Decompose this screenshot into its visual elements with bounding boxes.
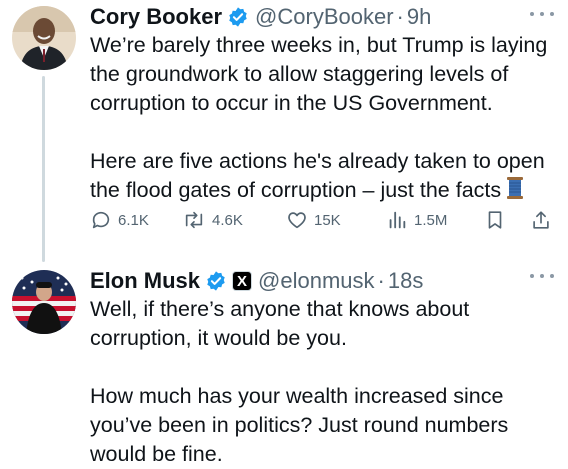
- avatar[interactable]: [12, 6, 76, 70]
- views-button[interactable]: 1.5M: [386, 209, 447, 231]
- separator-dot: ·: [396, 4, 404, 29]
- more-options-icon[interactable]: [530, 10, 554, 18]
- share-icon: [533, 211, 549, 229]
- tweet-cory-booker: Cory Booker @CoryBooker · 9h We’re barel…: [0, 0, 568, 262]
- x-affiliate-badge[interactable]: X: [232, 271, 253, 291]
- tweet-text: We’re barely three weeks in, but Trump i…: [90, 31, 560, 208]
- tweet-elon-musk: Elon Musk X @elonmusk · 18s Well, if the…: [0, 262, 568, 466]
- views-chart-icon: [389, 211, 406, 229]
- share-button[interactable]: [530, 209, 558, 231]
- timestamp[interactable]: 9h: [407, 4, 431, 30]
- like-button[interactable]: 15K: [286, 209, 341, 231]
- author-handle[interactable]: @elonmusk: [258, 268, 375, 294]
- verified-badge-icon: [205, 270, 227, 292]
- tweet-text: Well, if there’s anyone that knows about…: [90, 295, 560, 469]
- reply-button[interactable]: 6.1K: [90, 209, 149, 231]
- repost-button[interactable]: 4.6K: [182, 209, 243, 231]
- tweet-paragraph: We’re barely three weeks in, but Trump i…: [90, 33, 548, 115]
- bookmark-icon: [488, 211, 502, 229]
- timestamp[interactable]: 18s: [388, 268, 423, 294]
- tweet-paragraph: How much has your wealth increased since…: [90, 384, 509, 466]
- avatar[interactable]: [12, 270, 76, 334]
- repost-count: 4.6K: [212, 211, 243, 229]
- tweet-paragraph: Well, if there’s anyone that knows about…: [90, 297, 470, 350]
- author-handle[interactable]: @CoryBooker: [255, 4, 394, 30]
- reply-icon: [92, 211, 110, 229]
- repost-icon: [185, 211, 203, 229]
- tweet-header: Cory Booker @CoryBooker · 9h: [90, 2, 431, 32]
- verified-badge-icon: [227, 6, 249, 28]
- tweet-paragraph-text: Here are five actions he's already taken…: [90, 149, 545, 202]
- thread-spool-icon: [505, 176, 525, 208]
- author-name[interactable]: Elon Musk: [90, 268, 200, 294]
- heart-icon: [288, 212, 306, 229]
- reply-count: 6.1K: [118, 211, 149, 229]
- tweet-actions: 6.1K 4.6K 15K 1.5M: [90, 206, 558, 234]
- thread-line: [42, 76, 45, 262]
- separator-dot: ·: [377, 268, 385, 293]
- like-count: 15K: [314, 211, 341, 229]
- tweet-paragraph: Here are five actions he's already taken…: [90, 147, 560, 208]
- author-name[interactable]: Cory Booker: [90, 4, 222, 30]
- tweet-header: Elon Musk X @elonmusk · 18s: [90, 266, 423, 296]
- bookmark-button[interactable]: [484, 209, 512, 231]
- view-count: 1.5M: [414, 211, 448, 229]
- more-options-icon[interactable]: [530, 272, 554, 280]
